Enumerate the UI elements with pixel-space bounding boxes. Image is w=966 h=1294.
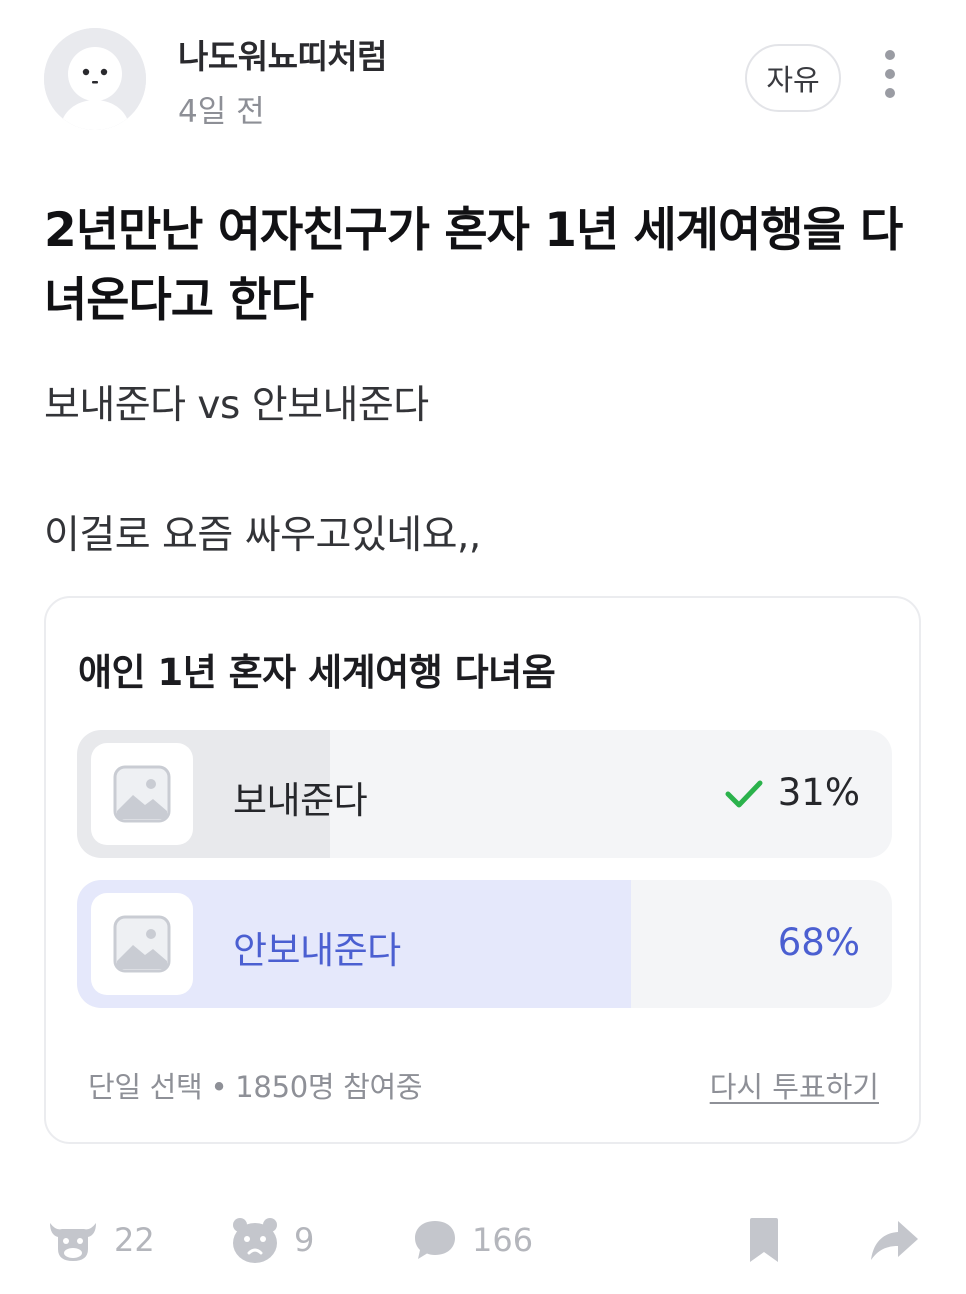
poll-type: 단일 선택 (88, 1070, 203, 1104)
poll-option-label: 보내준다 (233, 779, 368, 822)
more-options-icon[interactable] (872, 46, 908, 102)
sad-reaction-button[interactable]: 9 (230, 1214, 314, 1266)
sad-count: 9 (294, 1221, 315, 1259)
poll-meta: 단일 선택 • 1850명 참여중 (88, 1064, 423, 1106)
sad-bear-icon (233, 1218, 277, 1263)
author-avatar[interactable] (44, 28, 146, 130)
poll-title: 애인 1년 혼자 세계여행 다녀옴 (78, 651, 556, 694)
poll-option-percent: 31% (777, 771, 860, 814)
poll-option[interactable]: 보내준다 31% (77, 730, 892, 858)
author-name[interactable]: 나도워뇨띠처럼 (178, 30, 388, 78)
revote-link[interactable]: 다시 투표하기 (710, 1064, 879, 1106)
image-placeholder-icon (91, 893, 193, 995)
bookmark-icon (750, 1218, 778, 1262)
poll-option[interactable]: 안보내준다 68% (77, 880, 892, 1008)
poll-option-label: 안보내준다 (233, 929, 401, 972)
category-chip[interactable]: 자유 (745, 44, 841, 112)
check-icon (725, 780, 763, 808)
share-arrow-icon (871, 1221, 918, 1260)
ghost-avatar-icon (44, 28, 146, 130)
like-button[interactable]: 22 (46, 1214, 155, 1266)
speech-bubble-icon (415, 1221, 455, 1259)
poll-card: 애인 1년 혼자 세계여행 다녀옴 보내준다 31% 안보내준다 68% 단일 … (44, 596, 921, 1144)
comment-count: 166 (472, 1221, 534, 1259)
bookmark-button[interactable] (746, 1214, 782, 1266)
share-button[interactable] (868, 1214, 920, 1266)
meta-separator: • (210, 1070, 228, 1104)
post-body-line: 보내준다 vs 안보내준다 (44, 383, 429, 428)
post-page: 나도워뇨띠처럼 4일 전 자유 2년만난 여자친구가 혼자 1년 세계여행을 다… (0, 0, 966, 1294)
comment-button[interactable]: 166 (412, 1214, 533, 1266)
poll-option-percent: 68% (777, 921, 860, 964)
like-count: 22 (114, 1221, 155, 1259)
image-placeholder-icon (91, 743, 193, 845)
post-body-line: 이걸로 요즘 싸우고있네요,, (44, 513, 481, 558)
post-time: 4일 전 (178, 94, 265, 130)
cow-icon (50, 1223, 96, 1261)
post-title: 2년만난 여자친구가 혼자 1년 세계여행을 다녀온다고 한다 (44, 203, 903, 328)
poll-participants: 1850명 참여중 (235, 1070, 423, 1104)
